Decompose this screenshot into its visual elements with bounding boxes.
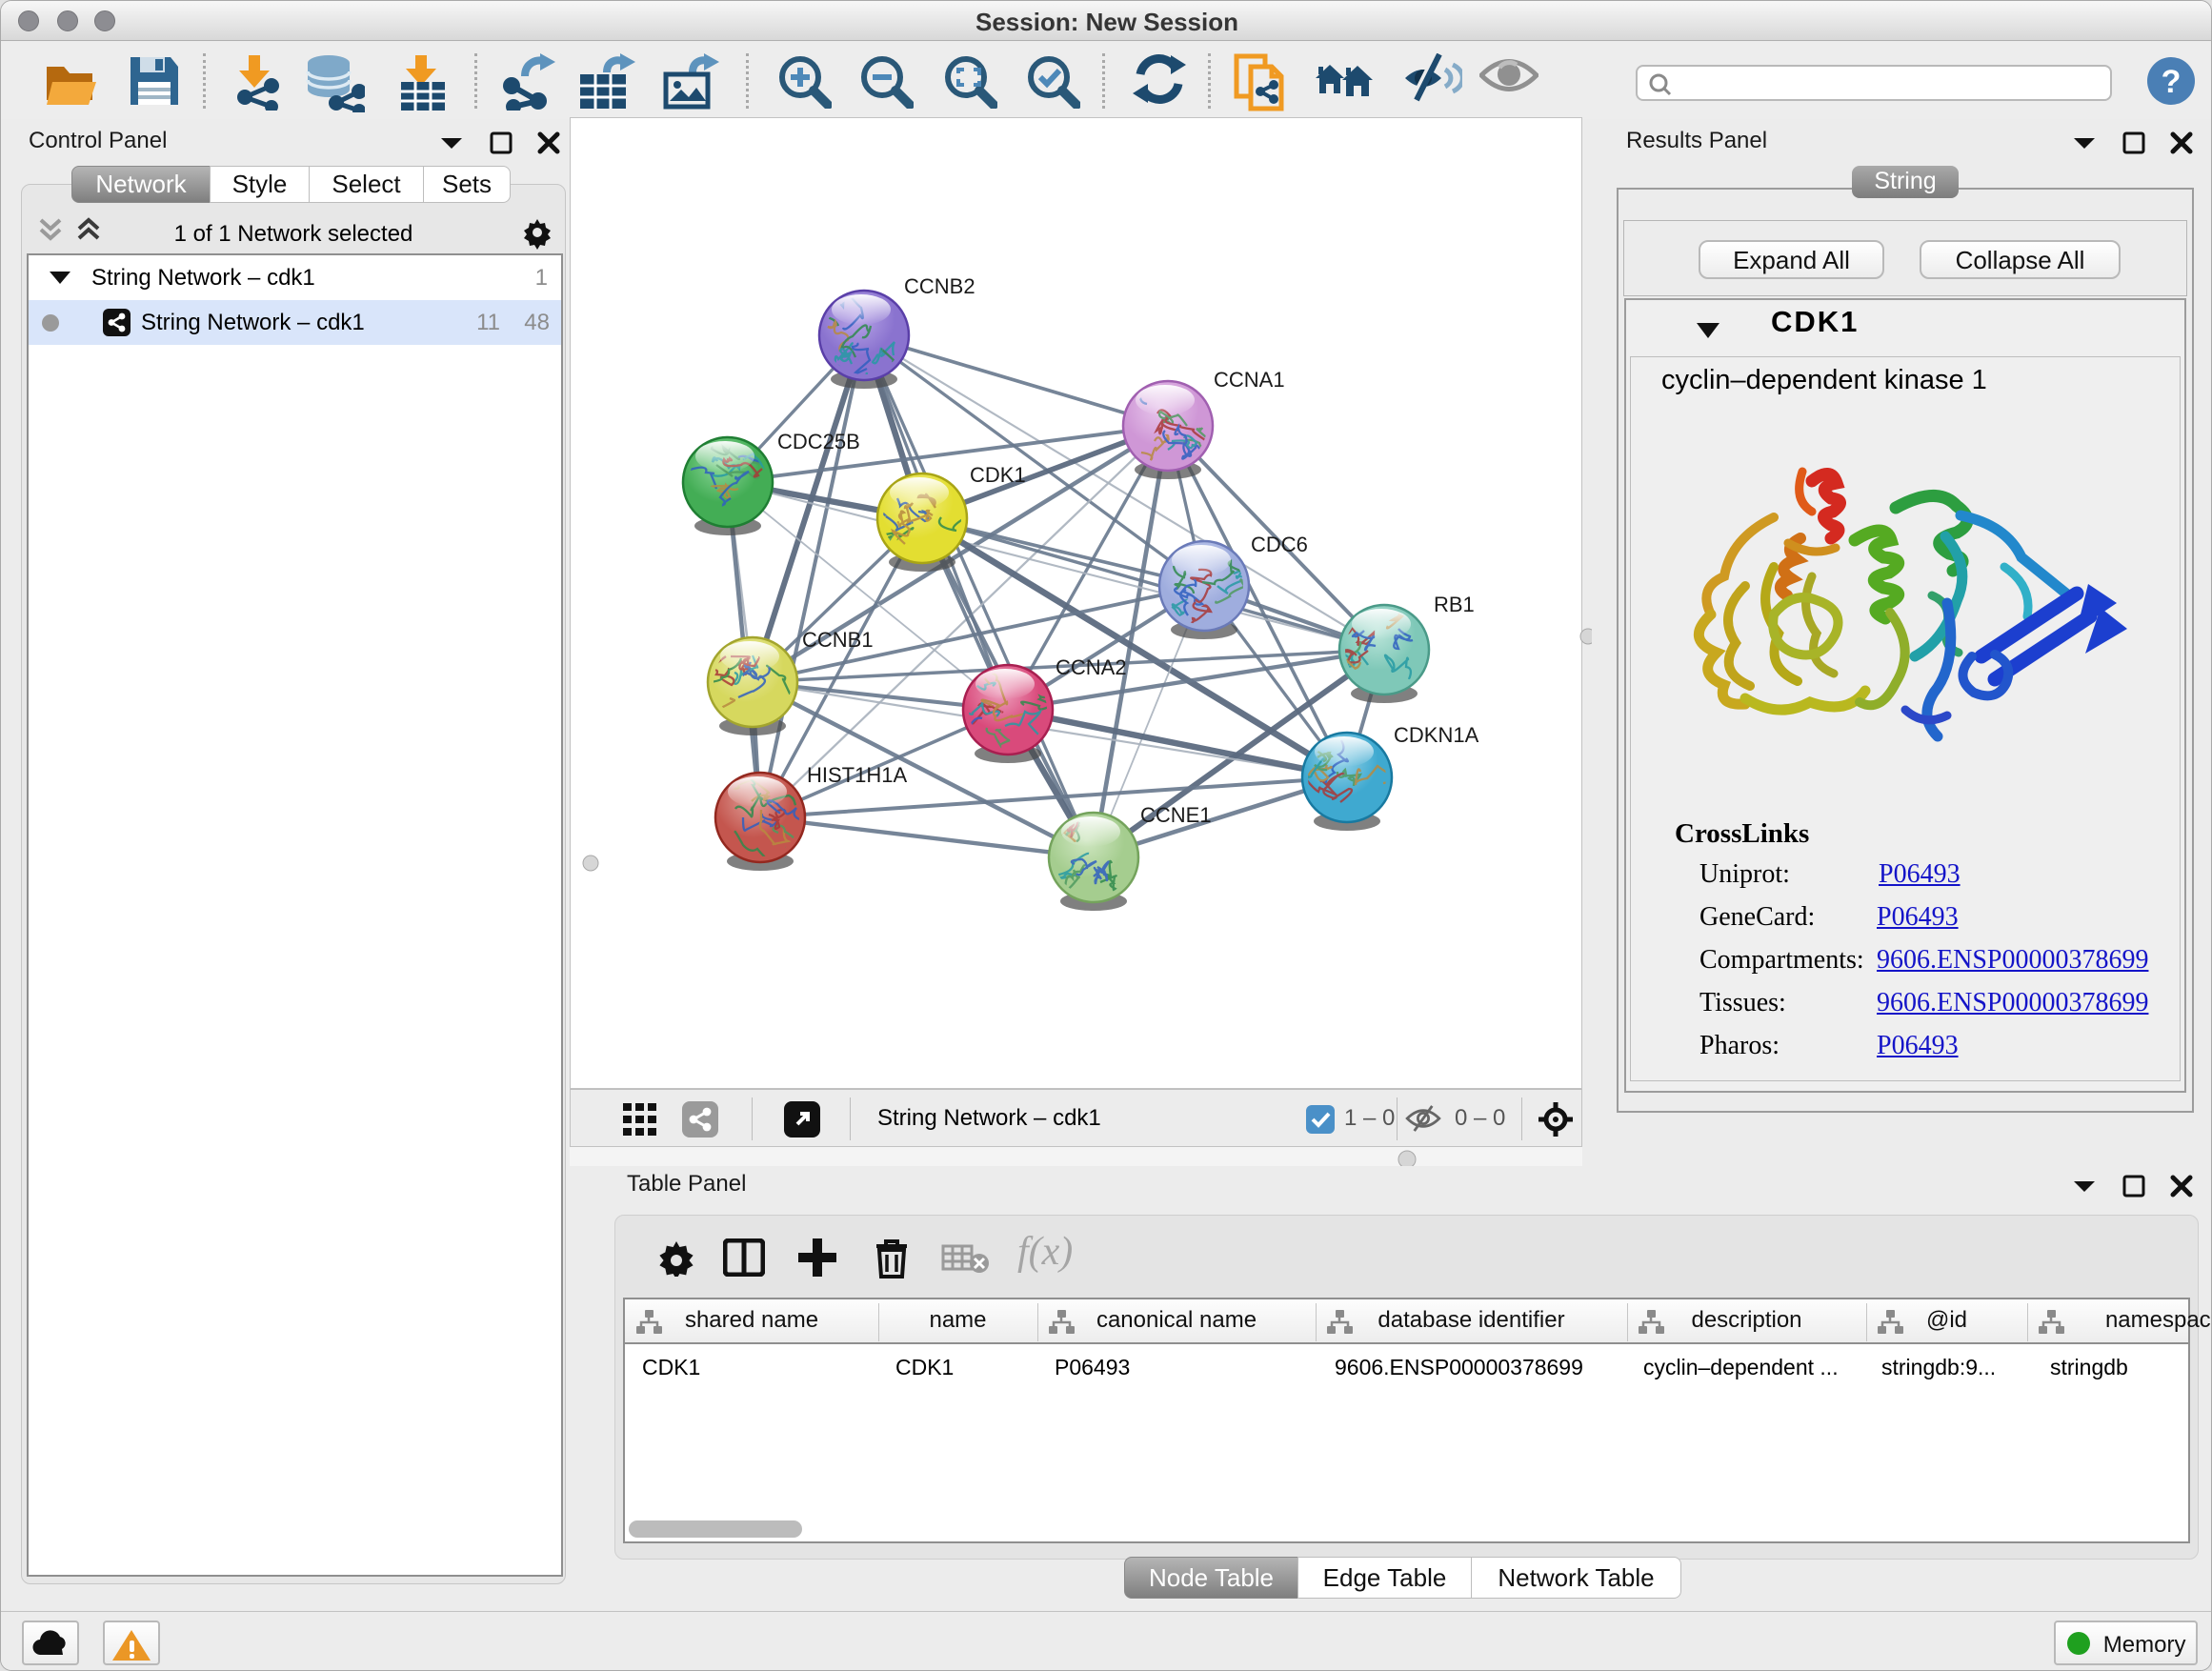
svg-text:CCNB1: CCNB1 (802, 628, 874, 652)
svg-text:CCNA1: CCNA1 (1214, 368, 1285, 392)
svg-text:CCNA2: CCNA2 (1056, 655, 1127, 679)
svg-text:CDC6: CDC6 (1251, 533, 1308, 556)
svg-text:CDK1: CDK1 (970, 463, 1026, 487)
svg-text:CDKN1A: CDKN1A (1394, 723, 1479, 747)
svg-text:CDC25B: CDC25B (777, 430, 860, 453)
svg-text:HIST1H1A: HIST1H1A (807, 763, 907, 787)
svg-text:CCNE1: CCNE1 (1140, 803, 1212, 827)
svg-text:CCNB2: CCNB2 (904, 274, 975, 298)
svg-text:RB1: RB1 (1434, 593, 1475, 616)
svg-text:?: ? (2162, 64, 2182, 100)
